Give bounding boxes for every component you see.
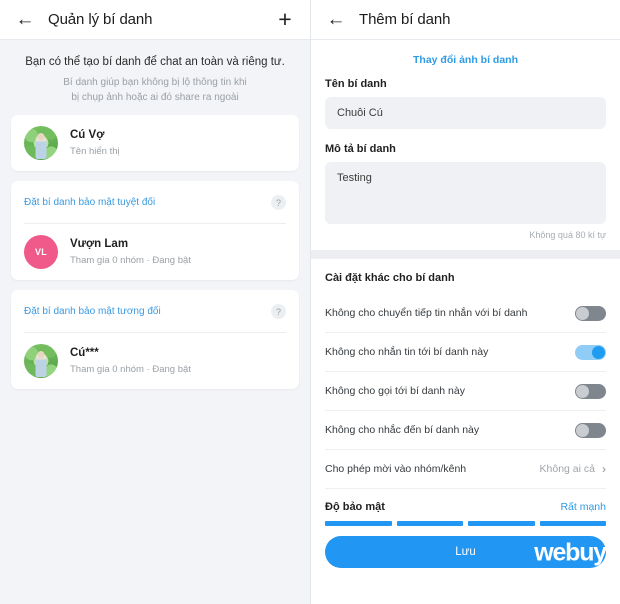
alias-name-input[interactable] bbox=[325, 97, 606, 129]
intro-subtitle-line1: Bí danh giúp bạn không bị lộ thông tin k… bbox=[63, 77, 247, 89]
avatar bbox=[24, 126, 58, 161]
alias-meta: Tham gia 0 nhóm · Đang bật bbox=[70, 254, 191, 266]
alias-text: Cú Vợ Tên hiển thị bbox=[70, 128, 120, 158]
page-title: Quản lý bí danh bbox=[48, 11, 153, 28]
save-button[interactable]: Lưu bbox=[325, 536, 606, 568]
alias-text: Cú*** Tham gia 0 nhóm · Đang bật bbox=[70, 346, 191, 376]
back-arrow-icon[interactable]: ← bbox=[10, 5, 40, 35]
alias-name: Cú Vợ bbox=[70, 128, 105, 141]
description-field-block: Mô tả bí danh bbox=[311, 143, 620, 224]
right-appbar: ← Thêm bí danh bbox=[311, 0, 620, 39]
intro-subtitle-line2: bị chụp ảnh hoặc ai đó share ra ngoài bbox=[71, 92, 239, 104]
section-header[interactable]: Đặt bí danh bảo mật tuyệt đối ? bbox=[11, 181, 299, 223]
setting-label: Không cho gọi tới bí danh này bbox=[325, 385, 465, 397]
primary-alias-card[interactable]: Cú Vợ Tên hiển thị bbox=[11, 115, 299, 172]
alias-text: Vượn Lam Tham gia 0 nhóm · Đang bật bbox=[70, 237, 191, 267]
security-strength-value: Rất mạnh bbox=[560, 501, 606, 513]
list-item[interactable]: Cú*** Tham gia 0 nhóm · Đang bật bbox=[11, 333, 299, 389]
setting-row-invite[interactable]: Cho phép mời vào nhóm/kênh Không ai cả › bbox=[311, 450, 620, 488]
section-link-label[interactable]: Đặt bí danh bảo mật tương đối bbox=[24, 306, 161, 317]
security-strength-title: Độ bảo mật bbox=[325, 501, 385, 513]
add-alias-form: Thay đổi ảnh bí danh Tên bí danh Mô tả b… bbox=[311, 40, 620, 580]
list-item[interactable]: VL Vượn Lam Tham gia 0 nhóm · Đang bật bbox=[11, 224, 299, 280]
description-field-label: Mô tả bí danh bbox=[325, 143, 396, 155]
alias-meta: Tham gia 0 nhóm · Đang bật bbox=[70, 363, 191, 375]
change-photo-link[interactable]: Thay đổi ảnh bí danh bbox=[311, 40, 620, 78]
list-item[interactable]: Cú Vợ Tên hiển thị bbox=[11, 115, 299, 171]
alias-list: Bạn có thể tạo bí danh để chat an toàn v… bbox=[0, 40, 310, 390]
page-title: Thêm bí danh bbox=[359, 11, 451, 28]
setting-value-group[interactable]: Không ai cả › bbox=[540, 463, 606, 475]
toggle-switch-call[interactable] bbox=[575, 383, 606, 399]
setting-label: Cho phép mời vào nhóm/kênh bbox=[325, 463, 467, 475]
toggle-switch-forward[interactable] bbox=[575, 305, 606, 321]
alias-meta: Tên hiển thị bbox=[70, 145, 120, 157]
setting-label: Không cho chuyển tiếp tin nhắn với bí da… bbox=[325, 307, 528, 319]
alias-section-absolute: Đặt bí danh bảo mật tuyệt đối ? VL Vượn … bbox=[11, 181, 299, 281]
setting-row-call[interactable]: Không cho gọi tới bí danh này bbox=[311, 372, 620, 410]
alias-management-panel: ← Quản lý bí danh + Bạn có thể tạo bí da… bbox=[0, 0, 310, 604]
avatar bbox=[24, 344, 58, 379]
alias-section-relative: Đặt bí danh bảo mật tương đối ? Cú*** Th… bbox=[11, 290, 299, 390]
help-question-icon[interactable]: ? bbox=[271, 195, 286, 211]
character-limit-hint: Không quá 80 kí tự bbox=[529, 230, 606, 240]
section-band bbox=[311, 250, 620, 259]
setting-row-message[interactable]: Không cho nhắn tin tới bí danh này bbox=[311, 333, 620, 371]
name-field-label: Tên bí danh bbox=[325, 78, 387, 90]
alias-name: Cú*** bbox=[70, 346, 99, 359]
setting-label: Không cho nhắc đến bí danh này bbox=[325, 424, 480, 436]
app-screen: ← Quản lý bí danh + Bạn có thể tạo bí da… bbox=[0, 0, 620, 604]
setting-value-text: Không ai cả bbox=[539, 463, 595, 475]
toggle-switch-mention[interactable] bbox=[575, 422, 606, 438]
alias-description-input[interactable] bbox=[325, 162, 606, 224]
intro-title: Bạn có thể tạo bí danh để chat an toàn v… bbox=[25, 56, 285, 68]
field-spacer bbox=[311, 129, 620, 143]
setting-row-forward[interactable]: Không cho chuyển tiếp tin nhắn với bí da… bbox=[311, 294, 620, 332]
toggle-switch-message[interactable] bbox=[575, 344, 606, 360]
settings-section-title: Cài đặt khác cho bí danh bbox=[325, 272, 455, 284]
left-appbar: ← Quản lý bí danh + bbox=[0, 0, 310, 39]
add-alias-panel: ← Thêm bí danh Thay đổi ảnh bí danh Tên … bbox=[310, 0, 620, 604]
plus-icon[interactable]: + bbox=[272, 7, 298, 33]
alias-name: Vượn Lam bbox=[70, 237, 129, 250]
avatar: VL bbox=[24, 235, 58, 270]
setting-row-mention[interactable]: Không cho nhắc đến bí danh này bbox=[311, 411, 620, 449]
setting-label: Không cho nhắn tin tới bí danh này bbox=[325, 346, 489, 358]
chevron-right-icon[interactable]: › bbox=[602, 463, 606, 475]
back-arrow-icon[interactable]: ← bbox=[321, 5, 351, 35]
avatar-head bbox=[37, 350, 45, 358]
name-field-block: Tên bí danh bbox=[311, 78, 620, 129]
section-link-label[interactable]: Đặt bí danh bảo mật tuyệt đối bbox=[24, 197, 155, 208]
section-header[interactable]: Đặt bí danh bảo mật tương đối ? bbox=[11, 290, 299, 332]
intro-block: Bạn có thể tạo bí danh để chat an toàn v… bbox=[11, 40, 299, 115]
save-button-wrap: Lưu webuy bbox=[311, 526, 620, 580]
avatar-head bbox=[37, 132, 45, 140]
help-question-icon[interactable]: ? bbox=[271, 304, 286, 320]
security-strength-header: Độ bảo mật Rất mạnh bbox=[311, 489, 620, 521]
